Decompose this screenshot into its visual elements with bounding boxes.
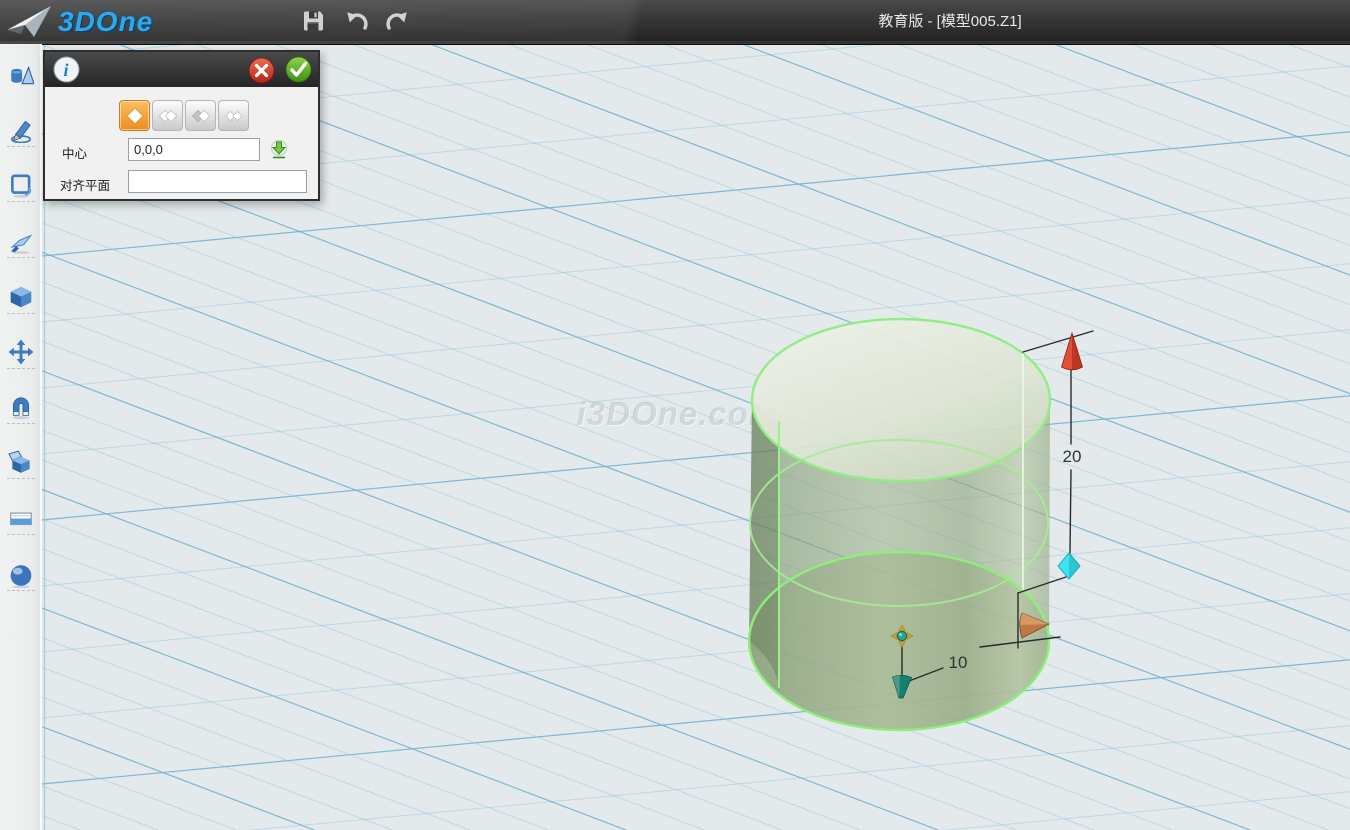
info-icon: i [53,56,80,83]
title-bar: 3DOne 教育版 - [模型005.Z1] [0,0,1350,45]
tool-move[interactable] [8,339,34,365]
tool-trim[interactable] [8,228,34,254]
redo-button[interactable] [382,5,412,37]
svg-text:i: i [63,60,68,80]
boolean-intersect-button[interactable] [218,100,249,131]
boolean-add-button[interactable] [152,100,183,131]
cancel-button[interactable] [248,57,275,84]
material-sphere-icon [8,562,34,588]
tool-sketch-plane[interactable] [8,172,34,198]
sketch-plane-icon [8,172,34,198]
sidebar-separator [7,201,35,202]
tool-sidebar [0,44,42,830]
boolean-mode-row [119,100,249,131]
tool-feature-modeling[interactable] [8,284,34,310]
combine-cube-icon [8,449,34,475]
confirm-check-icon [285,56,312,83]
tool-combine[interactable] [8,449,34,475]
magnet-icon [8,394,34,420]
sidebar-separator [7,534,35,535]
height-dimension-label[interactable]: 20 [1063,447,1082,466]
add-diamonds-icon [156,104,180,128]
sidebar-separator [7,257,35,258]
base-diamond-icon [123,104,147,128]
dialog-header: i [45,52,318,87]
cylinder-object[interactable] [749,319,1050,730]
intersect-diamonds-icon [222,104,246,128]
document-title: 教育版 - [模型005.Z1] [700,0,1200,44]
basic-solids-icon [8,62,34,88]
cancel-x-icon [248,57,275,84]
subtract-diamonds-icon [189,104,213,128]
tool-render-material[interactable] [8,562,34,588]
section-bar-icon [8,505,34,531]
sidebar-separator [7,423,35,424]
center-field-label: 中心 [62,143,87,162]
brand-name: 3DOne [58,6,153,38]
sidebar-separator [7,478,35,479]
app-logo: 3DOne [6,1,153,43]
dialog-body: 中心 对齐平面 [45,87,318,203]
sidebar-separator [7,368,35,369]
tool-section[interactable] [8,505,34,531]
height-drag-arrow[interactable] [1062,333,1083,371]
tool-snap-magnet[interactable] [8,394,34,420]
save-button[interactable] [298,5,328,37]
align-plane-input[interactable] [128,170,307,193]
sidebar-separator [7,146,35,147]
watermark: i3DOne.com [577,395,780,432]
align-plane-field-label: 对齐平面 [60,175,110,194]
shape-dialog: i [43,50,320,201]
move-arrows-icon [8,339,34,365]
feature-cube-icon [8,284,34,310]
paper-plane-icon [6,3,52,41]
center-input[interactable] [128,138,260,161]
pick-point-icon [269,139,289,161]
boolean-base-button[interactable] [119,100,150,131]
save-icon [301,9,325,33]
redo-icon [384,9,410,33]
pick-point-button[interactable] [269,139,289,161]
boolean-subtract-button[interactable] [185,100,216,131]
info-button[interactable]: i [53,56,80,83]
radius-dimension-label[interactable]: 10 [949,653,968,672]
application-window: i3DOne.com i3DOne.com [0,0,1350,830]
undo-icon [344,9,370,33]
confirm-button[interactable] [285,56,312,83]
sketch-pencil-icon [8,117,34,143]
tool-basic-solids[interactable] [8,62,34,88]
undo-button[interactable] [342,5,372,37]
trim-knife-icon [8,228,34,254]
sidebar-separator [7,313,35,314]
tool-sketch[interactable] [8,117,34,143]
sidebar-separator [7,590,35,591]
